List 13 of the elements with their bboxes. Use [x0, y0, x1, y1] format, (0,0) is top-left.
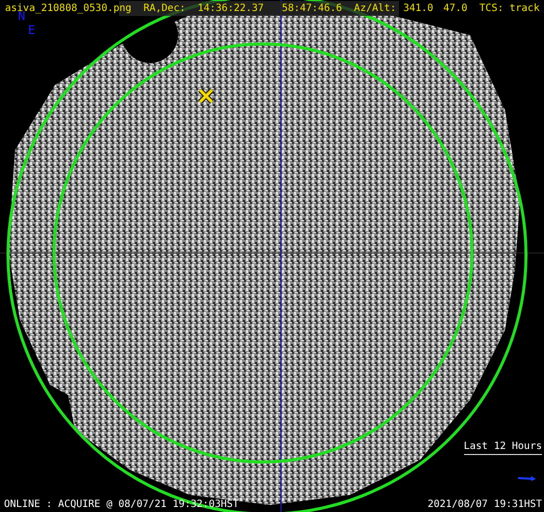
tcs-label: TCS:: [479, 2, 504, 15]
dec-value: 58:47:46.6: [282, 2, 342, 15]
target-marker-icon: [198, 88, 214, 104]
timestamp-text: 2021/08/07 19:31HST: [428, 499, 542, 511]
ra-value: 14:36:22.37: [198, 2, 264, 15]
east-label: E: [28, 24, 36, 37]
az-alt-label: Az/Alt:: [354, 2, 396, 15]
alt-value: 47.0: [443, 2, 468, 15]
arrow-icon: [518, 476, 536, 481]
legend-label: Last 12 Hours: [464, 440, 542, 455]
az-value: 341.0: [403, 2, 434, 15]
ra-dec-label: RA,Dec:: [143, 2, 186, 15]
tcs-value: track: [510, 2, 540, 15]
